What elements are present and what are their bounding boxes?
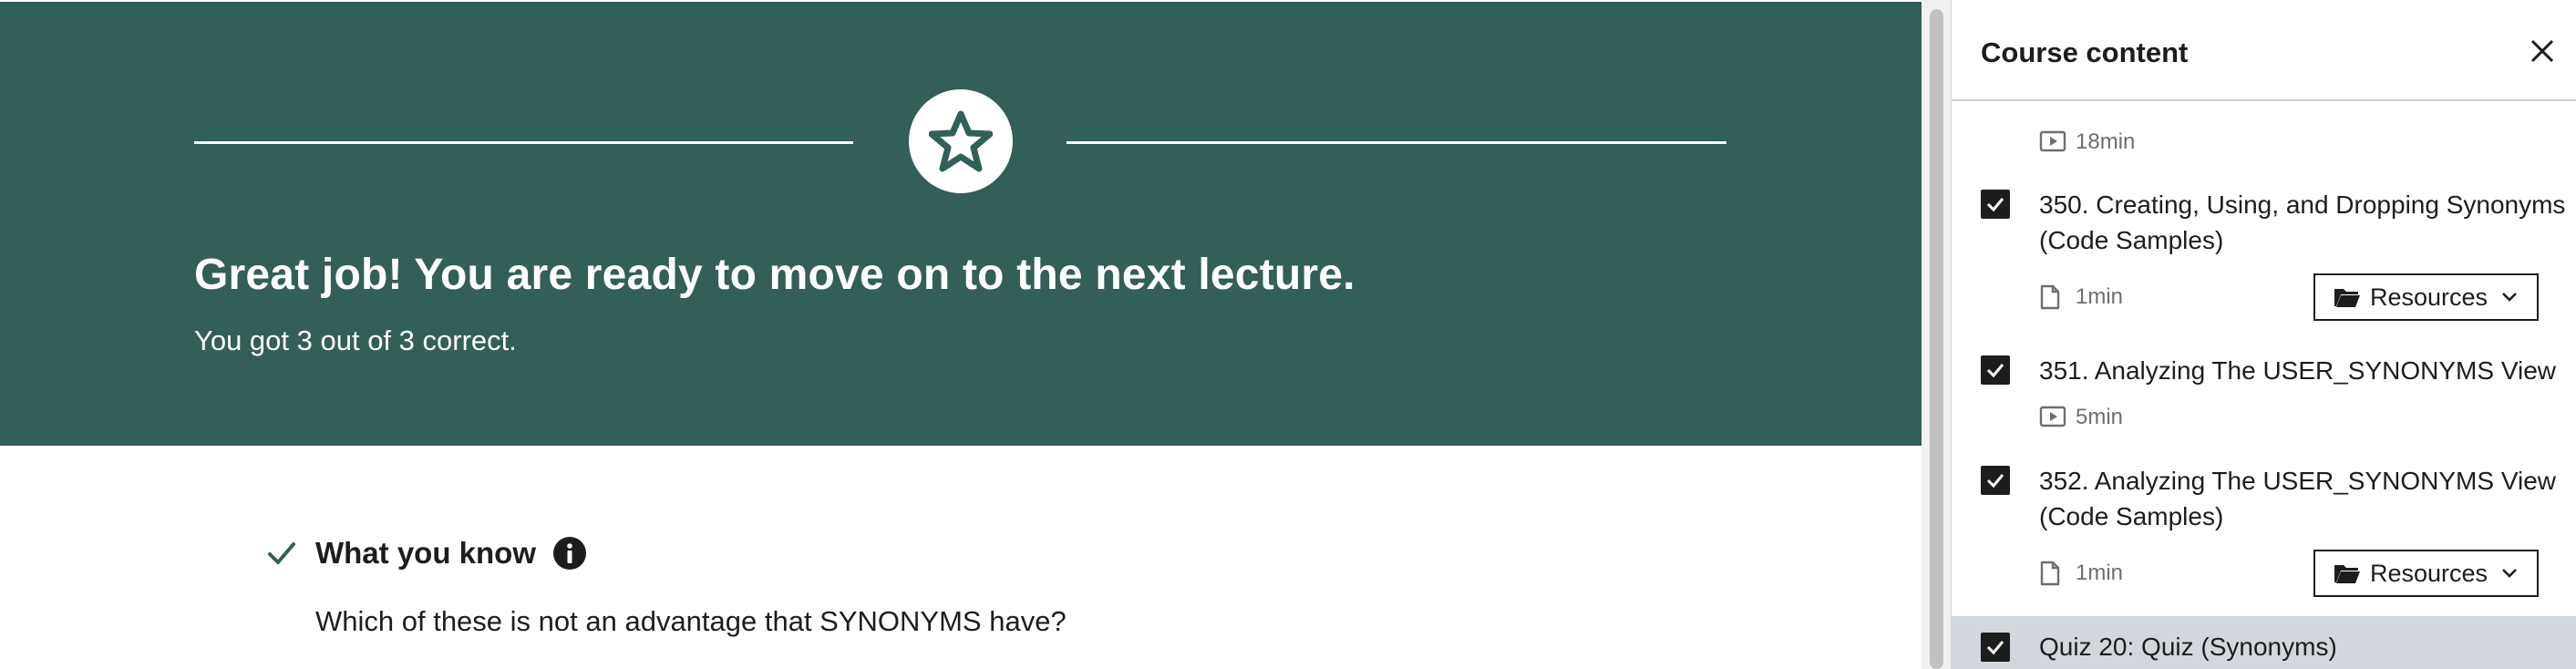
result-title: Great job! You are ready to move on to t… (194, 251, 1355, 299)
divider-line (194, 141, 853, 144)
sidebar-header: Course content (1952, 0, 2576, 101)
video-icon (2039, 129, 2068, 155)
course-player: Great job! You are ready to move on to t… (0, 0, 2576, 669)
completion-checkbox[interactable] (1981, 355, 2010, 385)
info-icon[interactable] (552, 536, 587, 571)
star-icon (909, 89, 1013, 193)
close-icon[interactable] (2526, 35, 2559, 67)
sidebar-title: Course content (1981, 36, 2189, 68)
result-score: You got 3 out of 3 correct. (194, 324, 517, 356)
list-item-title[interactable]: 351. Analyzing The USER_SYNONYMS View (2039, 353, 2568, 388)
chevron-down-icon (2500, 567, 2519, 580)
course-content-sidebar: 18min 350. Creating, Using, and Dropping… (1951, 0, 2576, 669)
list-item-title[interactable]: 350. Creating, Using, and Dropping Synon… (2039, 187, 2568, 258)
quiz-result-panel: Great job! You are ready to move on to t… (0, 0, 1922, 669)
folder-icon (2334, 561, 2361, 585)
success-banner: Great job! You are ready to move on to t… (0, 2, 1922, 446)
resources-button[interactable]: Resources (2313, 273, 2539, 321)
folder-icon (2334, 285, 2361, 309)
section-title: What you know (315, 536, 536, 570)
list-item-title[interactable]: Quiz 20: Quiz (Synonyms) (2039, 629, 2568, 664)
item-duration: 18min (2039, 129, 2135, 155)
file-icon (2039, 561, 2068, 586)
completion-checkbox[interactable] (1981, 190, 2010, 219)
item-duration: 1min (2039, 284, 2123, 310)
video-icon (2039, 405, 2068, 430)
item-duration: 1min (2039, 561, 2123, 586)
completion-checkbox[interactable] (1981, 466, 2010, 495)
scrollbar-thumb[interactable] (1930, 9, 1943, 669)
resources-button[interactable]: Resources (2313, 550, 2539, 597)
question-text: Which of these is not an advantage that … (315, 605, 1066, 637)
what-you-know-header: What you know (266, 530, 587, 576)
file-icon (2039, 284, 2068, 310)
completion-checkbox[interactable] (1981, 633, 2010, 662)
chevron-down-icon (2500, 291, 2519, 304)
check-icon (266, 538, 297, 569)
item-duration: 5min (2039, 405, 2123, 430)
list-item-title[interactable]: 352. Analyzing The USER_SYNONYMS View (C… (2039, 463, 2568, 534)
divider-line (1066, 141, 1726, 144)
